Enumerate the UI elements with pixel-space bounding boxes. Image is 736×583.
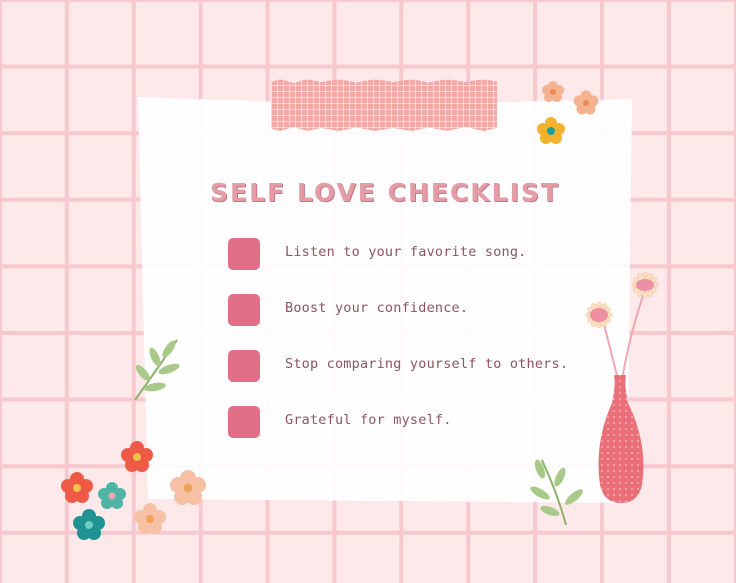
checkbox[interactable] (228, 238, 260, 270)
page-title: SELF LOVE CHECKLIST (210, 178, 560, 207)
checklist-item-label: Boost your confidence. (285, 300, 469, 316)
flower-icon (573, 90, 599, 115)
flower-icon (121, 441, 153, 472)
washi-tape (271, 79, 497, 131)
leaf-sprig-icon (530, 459, 583, 526)
checklist-item-label: Grateful for myself. (285, 412, 452, 428)
flower-icon (537, 117, 565, 144)
checklist-item-label: Listen to your favorite song. (285, 244, 527, 260)
checkbox[interactable] (228, 294, 260, 326)
checkbox[interactable] (228, 406, 260, 438)
leaf-sprig-icon (134, 339, 180, 401)
flower-icon (542, 81, 564, 102)
flower-icon (73, 509, 105, 540)
daisy-icon (585, 271, 659, 381)
flower-icon (170, 470, 206, 505)
checkbox[interactable] (228, 350, 260, 382)
flower-icon (61, 472, 93, 503)
vase-icon (598, 375, 644, 503)
flower-icon (134, 503, 166, 534)
checklist-item-label: Stop comparing yourself to others. (285, 356, 569, 372)
